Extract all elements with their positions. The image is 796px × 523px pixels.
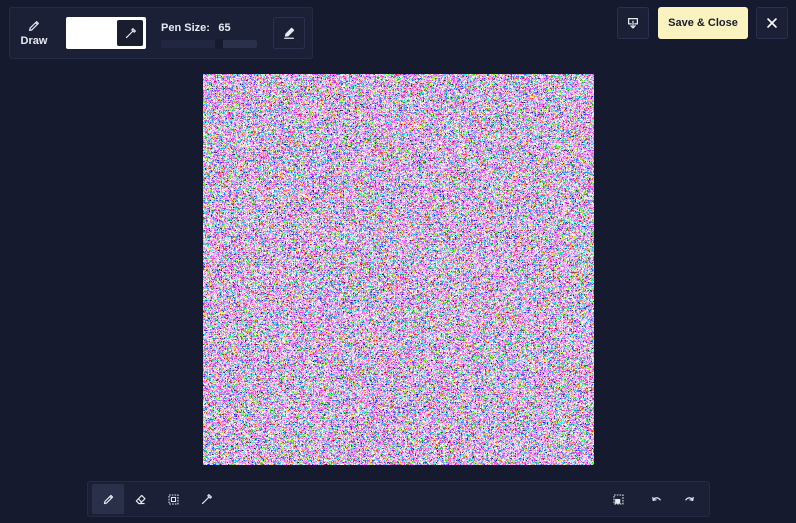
color-picker-button[interactable] xyxy=(117,20,143,46)
eraser-icon xyxy=(135,494,146,504)
close-icon xyxy=(767,18,777,28)
selection-icon xyxy=(168,494,178,504)
close-button[interactable] xyxy=(756,7,788,39)
brush-icon xyxy=(284,27,295,39)
color-swatch[interactable] xyxy=(66,17,146,49)
brush-settings-button[interactable] xyxy=(273,17,305,49)
download-icon xyxy=(628,18,638,29)
tools-toolbar xyxy=(87,481,710,517)
undo-icon xyxy=(651,496,661,501)
fit-screen-button[interactable] xyxy=(602,484,634,514)
eraser-tool-button[interactable] xyxy=(124,484,156,514)
pencil-tool-button[interactable] xyxy=(92,484,124,514)
slider-fill xyxy=(161,40,219,48)
pen-size-label: Pen Size: xyxy=(161,22,210,34)
pen-size-value: 65 xyxy=(218,22,231,34)
pencil-icon xyxy=(103,494,113,504)
eyedropper-icon xyxy=(201,493,212,504)
undo-button[interactable] xyxy=(640,484,672,514)
pencil-icon xyxy=(29,21,39,31)
save-and-close-button[interactable]: Save & Close xyxy=(658,7,748,39)
draw-mode-label: Draw xyxy=(20,35,48,47)
canvas-image xyxy=(203,74,594,465)
fit-screen-icon xyxy=(613,494,623,504)
drawing-canvas[interactable] xyxy=(203,74,594,465)
selection-tool-button[interactable] xyxy=(157,484,189,514)
drawing-toolbar: Draw Pen Size: 65 xyxy=(9,7,313,59)
pen-size-readout: Pen Size: 65 xyxy=(161,18,231,36)
pen-size-slider[interactable] xyxy=(161,39,257,49)
download-button[interactable] xyxy=(617,7,649,39)
redo-button[interactable] xyxy=(673,484,705,514)
slider-thumb[interactable] xyxy=(214,39,223,49)
eyedropper-icon xyxy=(125,27,136,38)
eyedropper-tool-button[interactable] xyxy=(190,484,222,514)
draw-mode-button[interactable]: Draw xyxy=(10,8,58,58)
redo-icon xyxy=(684,496,694,501)
